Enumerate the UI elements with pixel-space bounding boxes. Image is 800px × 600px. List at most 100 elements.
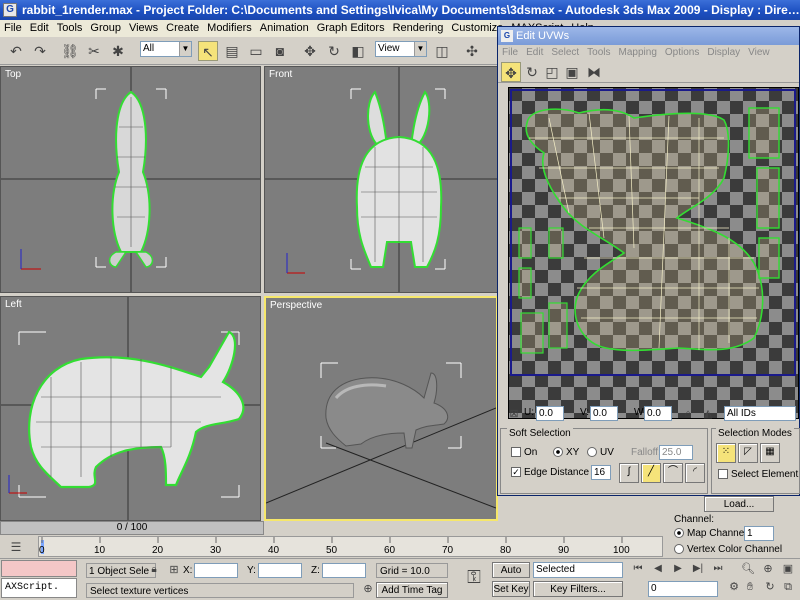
on-checkbox[interactable]: On	[511, 447, 537, 458]
uv-menu-options[interactable]: Options	[661, 45, 703, 61]
selection-filter-dropdown[interactable]: All ▼	[140, 41, 192, 57]
falloff-field[interactable]: 25.0	[659, 445, 693, 460]
menu-views[interactable]: Views	[125, 20, 162, 37]
map-channel-radio[interactable]: Map Channel:	[674, 528, 749, 539]
uv-menu-select[interactable]: Select	[547, 45, 583, 61]
go-to-start-icon[interactable]: ⏮	[628, 561, 648, 577]
unlink-icon[interactable]: ✂	[84, 41, 104, 61]
map-channel-field[interactable]: 1	[744, 526, 774, 541]
menu-animation[interactable]: Animation	[256, 20, 313, 37]
falloff-curve-4-icon[interactable]: ◜	[685, 463, 705, 483]
menu-group[interactable]: Group	[86, 20, 125, 37]
maxscript-listener-top[interactable]	[1, 560, 77, 577]
face-mode-icon[interactable]: ▦	[760, 443, 780, 463]
viewport-label[interactable]: Front	[269, 69, 292, 80]
key-mode-dropdown[interactable]: Selected	[533, 562, 623, 578]
uv-menu-display[interactable]: Display	[703, 45, 744, 61]
menu-rendering[interactable]: Rendering	[389, 20, 448, 37]
viewport-front[interactable]: Front	[264, 66, 498, 293]
window-icon[interactable]: ◙	[270, 41, 290, 61]
menu-modifiers[interactable]: Modifiers	[203, 20, 256, 37]
lock-icon[interactable]: 🔒︎	[144, 560, 164, 580]
previous-frame-icon[interactable]: ◀	[648, 561, 668, 577]
add-time-tag-button[interactable]: Add Time Tag	[376, 582, 448, 598]
select-manipulate-icon[interactable]: ✣	[462, 41, 482, 61]
absolute-mode-icon[interactable]: ⊞	[164, 560, 184, 580]
lock-selected-icon[interactable]: ⌂	[678, 404, 698, 424]
zoom-all-icon[interactable]: ⊕	[758, 561, 778, 577]
pivot-icon[interactable]: ◫	[432, 41, 452, 61]
go-to-end-icon[interactable]: ⏭	[708, 561, 728, 577]
menu-edit[interactable]: Edit	[26, 20, 53, 37]
curve-editor-icon[interactable]: ☰	[6, 537, 26, 557]
menu-tools[interactable]: Tools	[53, 20, 87, 37]
viewport-left[interactable]: Left	[0, 296, 261, 521]
viewport-top[interactable]: Top	[0, 66, 261, 293]
uv-menu-mapping[interactable]: Mapping	[615, 45, 661, 61]
edge-distance-checkbox[interactable]: ✓ Edge Distance	[511, 467, 589, 478]
app-icon[interactable]: G	[3, 3, 17, 17]
set-key-button[interactable]: Set Key	[492, 581, 530, 597]
w-field[interactable]: 0.0	[644, 406, 672, 421]
select-element-checkbox[interactable]: Select Element	[718, 469, 798, 480]
load-button[interactable]: Load...	[704, 496, 774, 512]
timeline-ruler[interactable]: 0 10 20 30 40 50 60 70 80 90 100	[38, 536, 663, 557]
orbit-icon[interactable]: ↻	[760, 579, 780, 595]
next-frame-icon[interactable]: ▶|	[688, 561, 708, 577]
falloff-curve-3-icon[interactable]: ⌒	[663, 463, 683, 483]
filter-icon[interactable]: ◭	[698, 404, 718, 424]
edit-uvws-window[interactable]: G Edit UVWs File Edit Select Tools Mapping Op…	[497, 26, 800, 496]
falloff-curve-1-icon[interactable]: ∫	[619, 463, 639, 483]
rotate-icon[interactable]: ↻	[522, 62, 542, 82]
key-icon[interactable]: ⚿	[460, 567, 488, 587]
reference-coordinate-dropdown[interactable]: View ▼	[375, 41, 427, 57]
uv-canvas[interactable]	[508, 87, 799, 419]
redo-icon[interactable]: ↷	[30, 41, 50, 61]
move-icon[interactable]: ✥	[300, 41, 320, 61]
scale-icon[interactable]: ◰	[542, 62, 562, 82]
auto-key-button[interactable]: Auto Key	[492, 562, 530, 591]
maxscript-listener[interactable]: AXScript.	[1, 578, 77, 598]
menu-create[interactable]: Create	[162, 20, 203, 37]
time-slider[interactable]: 0 / 100	[0, 521, 264, 535]
edge-distance-field[interactable]: 16	[591, 465, 611, 480]
uv-menu-view[interactable]: View	[744, 45, 774, 61]
z-coordinate-field[interactable]	[322, 563, 366, 578]
edge-mode-icon[interactable]: ◸	[738, 443, 758, 463]
vertex-mode-icon[interactable]: ⁙	[716, 443, 736, 463]
vertex-color-radio[interactable]: Vertex Color Channel	[674, 544, 782, 556]
undo-icon[interactable]: ↶	[6, 41, 26, 61]
key-filters-button[interactable]: Key Filters...	[533, 581, 623, 597]
zoom-extents-icon[interactable]: ▣	[778, 561, 798, 577]
ids-dropdown[interactable]: All IDs	[724, 406, 796, 421]
time-tag-icon[interactable]: ⊕	[358, 579, 378, 599]
xy-radio[interactable]: XY	[553, 447, 579, 458]
x-coordinate-field[interactable]	[194, 563, 238, 578]
move-icon[interactable]: ✥	[501, 62, 521, 82]
viewport-perspective[interactable]: Perspective	[264, 296, 498, 521]
play-icon[interactable]: ▶	[668, 561, 688, 577]
bind-icon[interactable]: ✱	[108, 41, 128, 61]
maximize-viewport-icon[interactable]: ⧉	[778, 579, 798, 595]
uv-menu-file[interactable]: File	[498, 45, 522, 61]
viewport-label[interactable]: Left	[5, 299, 22, 310]
uv-radio[interactable]: UV	[587, 447, 614, 458]
current-frame-field[interactable]: 0	[648, 581, 718, 597]
v-field[interactable]: 0.0	[590, 406, 618, 421]
rotate-icon[interactable]: ↻	[324, 41, 344, 61]
select-icon[interactable]: ↖	[198, 41, 218, 61]
falloff-curve-2-icon[interactable]: ╱	[641, 463, 661, 483]
uv-menu-edit[interactable]: Edit	[522, 45, 547, 61]
freeform-icon[interactable]: ▣	[562, 62, 582, 82]
pan-icon[interactable]: ✋︎	[740, 579, 760, 595]
menu-file[interactable]: File	[0, 20, 26, 37]
viewport-label[interactable]: Top	[5, 69, 21, 80]
lock-icon[interactable]: ⊠	[504, 404, 524, 424]
viewport-label[interactable]: Perspective	[270, 300, 322, 311]
zoom-icon[interactable]: 🔍︎	[738, 561, 758, 577]
y-coordinate-field[interactable]	[258, 563, 302, 578]
mirror-icon[interactable]: ⧓	[584, 62, 604, 82]
region-icon[interactable]: ▭	[246, 41, 266, 61]
menu-graph-editors[interactable]: Graph Editors	[313, 20, 389, 37]
link-icon[interactable]: ⛓	[60, 41, 80, 61]
